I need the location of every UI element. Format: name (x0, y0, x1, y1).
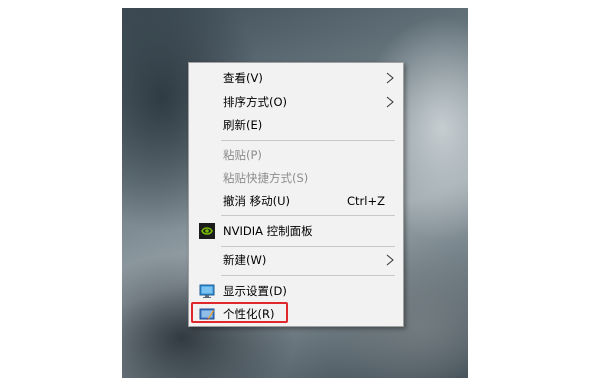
menu-item-undo-move[interactable]: 撤消 移动(U) Ctrl+Z (189, 190, 403, 212)
screenshot-canvas: 查看(V) 排序方式(O) 刷新(E) 粘贴(P) 粘贴快捷方式(S) 撤消 移… (0, 0, 608, 389)
menu-item-new[interactable]: 新建(W) (189, 249, 403, 271)
menu-separator (221, 275, 395, 276)
menu-item-display-settings[interactable]: 显示设置(D) (189, 280, 403, 302)
menu-item-label: 粘贴快捷方式(S) (223, 171, 309, 185)
shortcut-hint: Ctrl+Z (347, 194, 385, 208)
display-icon (199, 284, 215, 298)
chevron-right-icon (386, 96, 394, 108)
menu-item-nvidia-control-panel[interactable]: NVIDIA 控制面板 (189, 220, 403, 242)
menu-item-paste-shortcut[interactable]: 粘贴快捷方式(S) (189, 167, 403, 189)
desktop-context-menu: 查看(V) 排序方式(O) 刷新(E) 粘贴(P) 粘贴快捷方式(S) 撤消 移… (188, 62, 404, 327)
menu-item-label: 粘贴(P) (223, 148, 262, 162)
menu-separator (221, 140, 395, 141)
menu-item-label: 查看(V) (223, 71, 263, 85)
menu-item-sort-by[interactable]: 排序方式(O) (189, 91, 403, 113)
nvidia-icon (199, 223, 215, 239)
highlight-annotation (191, 302, 288, 323)
menu-separator (221, 246, 395, 247)
menu-item-label: 新建(W) (223, 253, 267, 267)
menu-item-label: 显示设置(D) (223, 284, 287, 298)
chevron-right-icon (386, 72, 394, 84)
chevron-right-icon (386, 254, 394, 266)
menu-item-label: NVIDIA 控制面板 (223, 224, 313, 238)
menu-item-label: 排序方式(O) (223, 95, 288, 109)
menu-item-label: 刷新(E) (223, 118, 263, 132)
menu-item-view[interactable]: 查看(V) (189, 67, 403, 89)
menu-item-refresh[interactable]: 刷新(E) (189, 114, 403, 136)
menu-separator (221, 215, 395, 216)
menu-item-label: 撤消 移动(U) (223, 194, 291, 208)
menu-item-paste[interactable]: 粘贴(P) (189, 144, 403, 166)
